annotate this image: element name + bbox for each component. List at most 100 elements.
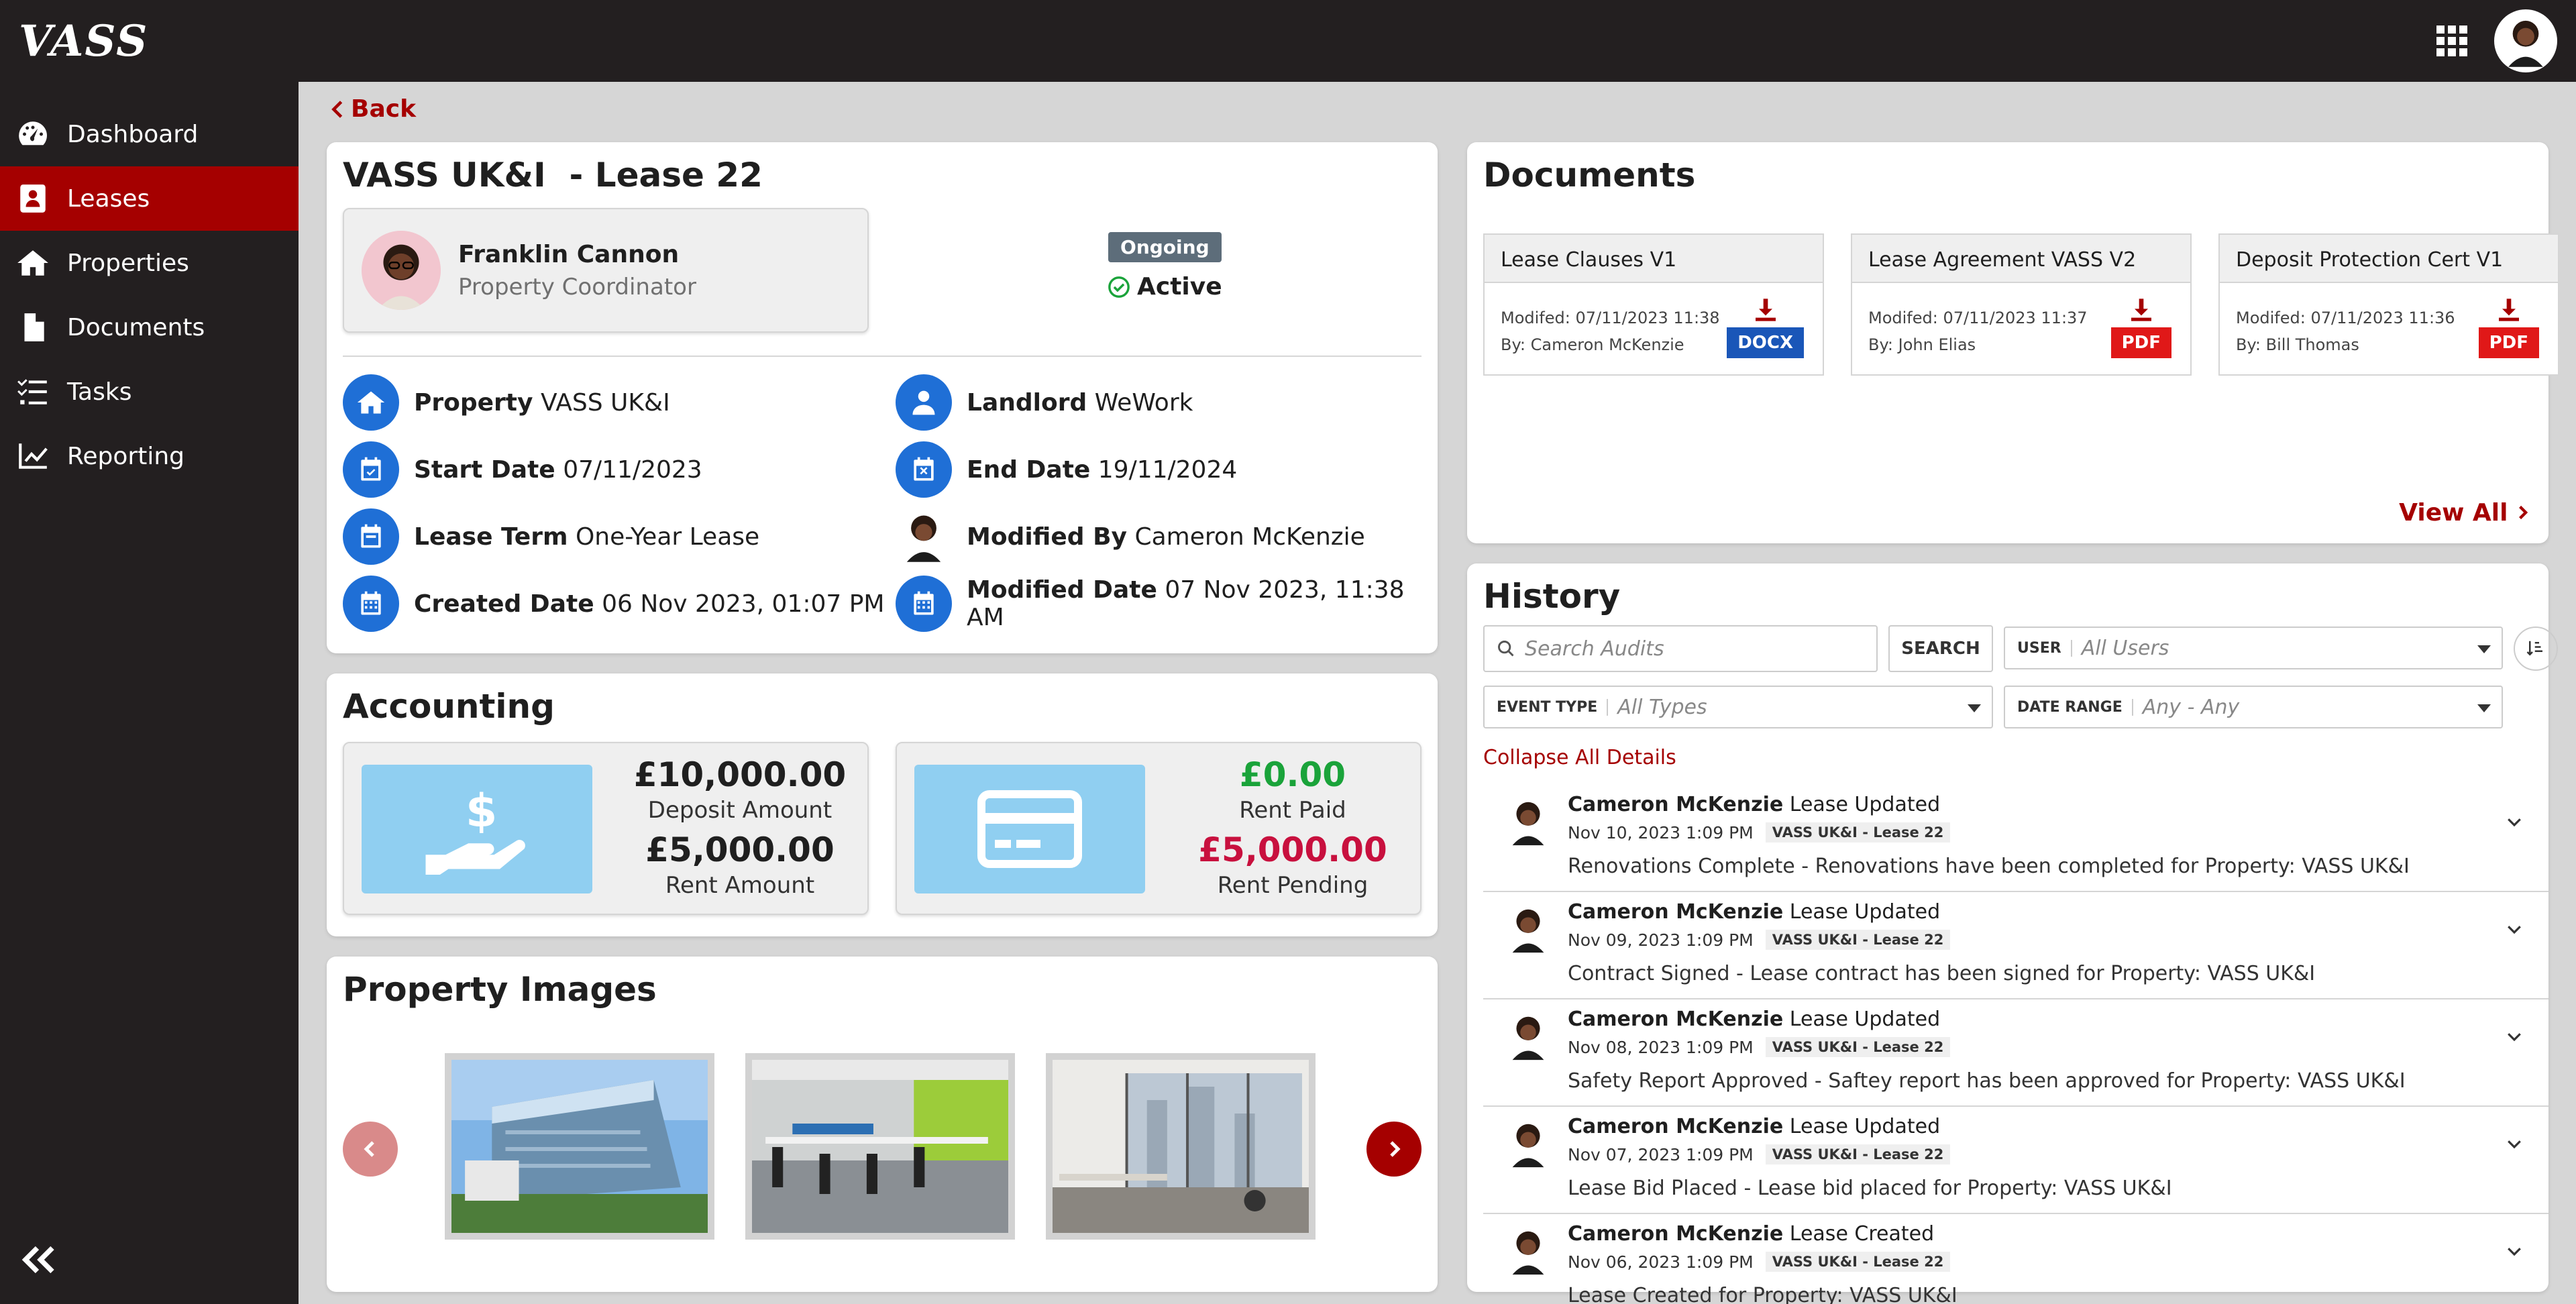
carousel-next-button[interactable]	[1366, 1122, 1421, 1177]
contact-card[interactable]: Franklin Cannon Property Coordinator	[343, 208, 869, 333]
carousel-prev-button[interactable]	[343, 1122, 398, 1177]
history-row[interactable]: Cameron McKenzie Lease Updated Nov 10, 2…	[1483, 785, 2548, 892]
sidebar-item-leases[interactable]: Leases	[0, 166, 299, 231]
sidebar: Dashboard Leases Properties Documents Ta…	[0, 82, 299, 1304]
detail-label: End Date	[967, 455, 1091, 484]
app-logo[interactable]: VASS	[19, 16, 148, 66]
document-type-badge: PDF	[2478, 327, 2539, 358]
accounting-title: Accounting	[343, 687, 555, 726]
chart-icon	[19, 443, 48, 469]
history-avatar	[1502, 1118, 1554, 1170]
rent-box: £0.00 Rent Paid £5,000.00 Rent Pending	[896, 742, 1421, 915]
detail-label: Modified By	[967, 523, 1127, 551]
history-row[interactable]: Cameron McKenzie Lease Created Nov 06, 20…	[1483, 1214, 2548, 1304]
history-action: Lease Created	[1789, 1222, 1935, 1246]
search-placeholder: Search Audits	[1525, 637, 1664, 661]
history-date: Nov 06, 2023 1:09 PM	[1568, 1252, 1754, 1272]
back-link[interactable]: Back	[331, 95, 416, 123]
property-image-exterior[interactable]	[445, 1053, 714, 1240]
sidebar-item-reporting[interactable]: Reporting	[0, 424, 299, 488]
sidebar-item-label: Reporting	[67, 442, 185, 470]
calendar-check-icon	[361, 457, 381, 481]
documents-card: Documents Lease Clauses V1 Modifed: 07/1…	[1467, 142, 2559, 543]
document-type-badge: DOCX	[1727, 327, 1804, 358]
detail-label: Landlord	[967, 388, 1087, 417]
history-avatar	[1502, 1225, 1554, 1277]
history-user: Cameron McKenzie	[1568, 900, 1784, 924]
sidebar-item-dashboard[interactable]: Dashboard	[0, 102, 299, 166]
documents-title: Documents	[1483, 156, 1696, 195]
calendar-icon	[361, 524, 381, 548]
detail-value: Cameron McKenzie	[1134, 523, 1365, 551]
chevron-down-icon[interactable]	[2504, 919, 2524, 939]
detail-modified-by: Modified By Cameron McKenzie	[896, 508, 1365, 565]
money-hand-icon: $	[362, 765, 592, 893]
tasks-icon	[17, 379, 47, 404]
detail-start-date: Start Date 07/11/2023	[343, 441, 702, 498]
caret-down-icon	[2477, 704, 2491, 712]
detail-label: Property	[414, 388, 533, 417]
document-tile[interactable]: Lease Agreement VASS V2 Modifed: 07/11/2…	[1851, 233, 2192, 376]
history-date: Nov 10, 2023 1:09 PM	[1568, 822, 1754, 843]
detail-value: 06 Nov 2023, 01:07 PM	[602, 590, 885, 618]
chevron-left-icon	[364, 1141, 374, 1157]
check-circle-icon	[1108, 276, 1130, 298]
chevron-down-icon[interactable]	[2504, 1134, 2524, 1154]
document-name: Lease Agreement VASS V2	[1852, 235, 2190, 283]
document-tile[interactable]: Lease Clauses V1 Modifed: 07/11/2023 11:…	[1483, 233, 1824, 376]
view-all-link[interactable]: View All	[2399, 499, 2528, 527]
history-date: Nov 09, 2023 1:09 PM	[1568, 930, 1754, 950]
property-image-office[interactable]	[745, 1053, 1015, 1240]
back-label: Back	[351, 95, 417, 123]
history-row[interactable]: Cameron McKenzie Lease Updated Nov 08, 2…	[1483, 999, 2548, 1107]
user-filter-select[interactable]: USER All Users	[2004, 627, 2503, 669]
user-avatar[interactable]	[2494, 9, 2557, 72]
download-icon[interactable]	[2128, 296, 2155, 323]
chevron-down-icon[interactable]	[2504, 812, 2524, 832]
chevron-down-icon[interactable]	[2504, 1026, 2524, 1046]
sidebar-item-tasks[interactable]: Tasks	[0, 360, 299, 424]
sidebar-item-properties[interactable]: Properties	[0, 231, 299, 295]
apps-grid-icon[interactable]	[2436, 25, 2467, 56]
deposit-amount: £10,000.00	[633, 755, 847, 794]
sort-button[interactable]	[2514, 627, 2558, 671]
detail-label: Created Date	[414, 590, 594, 618]
date-range-select[interactable]: DATE RANGE Any - Any	[2004, 686, 2503, 728]
contact-role: Property Coordinator	[458, 273, 696, 301]
search-button[interactable]: SEARCH	[1888, 625, 1993, 672]
property-image-interior[interactable]	[1046, 1053, 1316, 1240]
history-user: Cameron McKenzie	[1568, 1222, 1784, 1246]
document-modified: Modifed: 07/11/2023 11:37	[1868, 309, 2088, 327]
download-icon[interactable]	[1752, 296, 1779, 323]
history-row[interactable]: Cameron McKenzie Lease Updated Nov 07, 2…	[1483, 1107, 2548, 1214]
sidebar-item-label: Leases	[67, 184, 150, 213]
document-author: By: Bill Thomas	[2236, 335, 2359, 354]
detail-label: Start Date	[414, 455, 555, 484]
caret-down-icon	[2477, 645, 2491, 653]
document-name: Lease Clauses V1	[1485, 235, 1823, 283]
history-date: Nov 07, 2023 1:09 PM	[1568, 1144, 1754, 1164]
accounting-card: Accounting $ £10,000.00 Deposit Amount £…	[327, 673, 1438, 936]
sidebar-item-label: Tasks	[67, 378, 132, 406]
document-type-badge: PDF	[2110, 327, 2171, 358]
chevron-right-icon	[2519, 505, 2528, 520]
document-tile[interactable]: Deposit Protection Cert V1 Modifed: 07/1…	[2218, 233, 2559, 376]
event-type-label: EVENT TYPE	[1497, 698, 1609, 716]
collapse-sidebar-icon[interactable]	[19, 1240, 59, 1280]
history-row[interactable]: Cameron McKenzie Lease Updated Nov 09, 2…	[1483, 892, 2548, 999]
event-type-select[interactable]: EVENT TYPE All Types	[1483, 686, 1993, 728]
detail-value: VASS UK&I	[540, 388, 670, 417]
calendar-x-icon	[914, 457, 934, 481]
view-all-label: View All	[2399, 499, 2508, 527]
chevron-down-icon[interactable]	[2504, 1241, 2524, 1261]
search-icon	[1498, 641, 1514, 657]
home-icon	[17, 250, 48, 276]
history-avatar	[1502, 1010, 1554, 1063]
collapse-all-link[interactable]: Collapse All Details	[1483, 746, 1676, 769]
user-filter-value: All Users	[2081, 636, 2169, 660]
sidebar-item-documents[interactable]: Documents	[0, 295, 299, 360]
search-audits-input[interactable]: Search Audits	[1483, 625, 1878, 672]
history-user: Cameron McKenzie	[1568, 1008, 1784, 1031]
download-icon[interactable]	[2496, 296, 2522, 323]
rent-pending-amount: £5,000.00	[1198, 830, 1387, 869]
